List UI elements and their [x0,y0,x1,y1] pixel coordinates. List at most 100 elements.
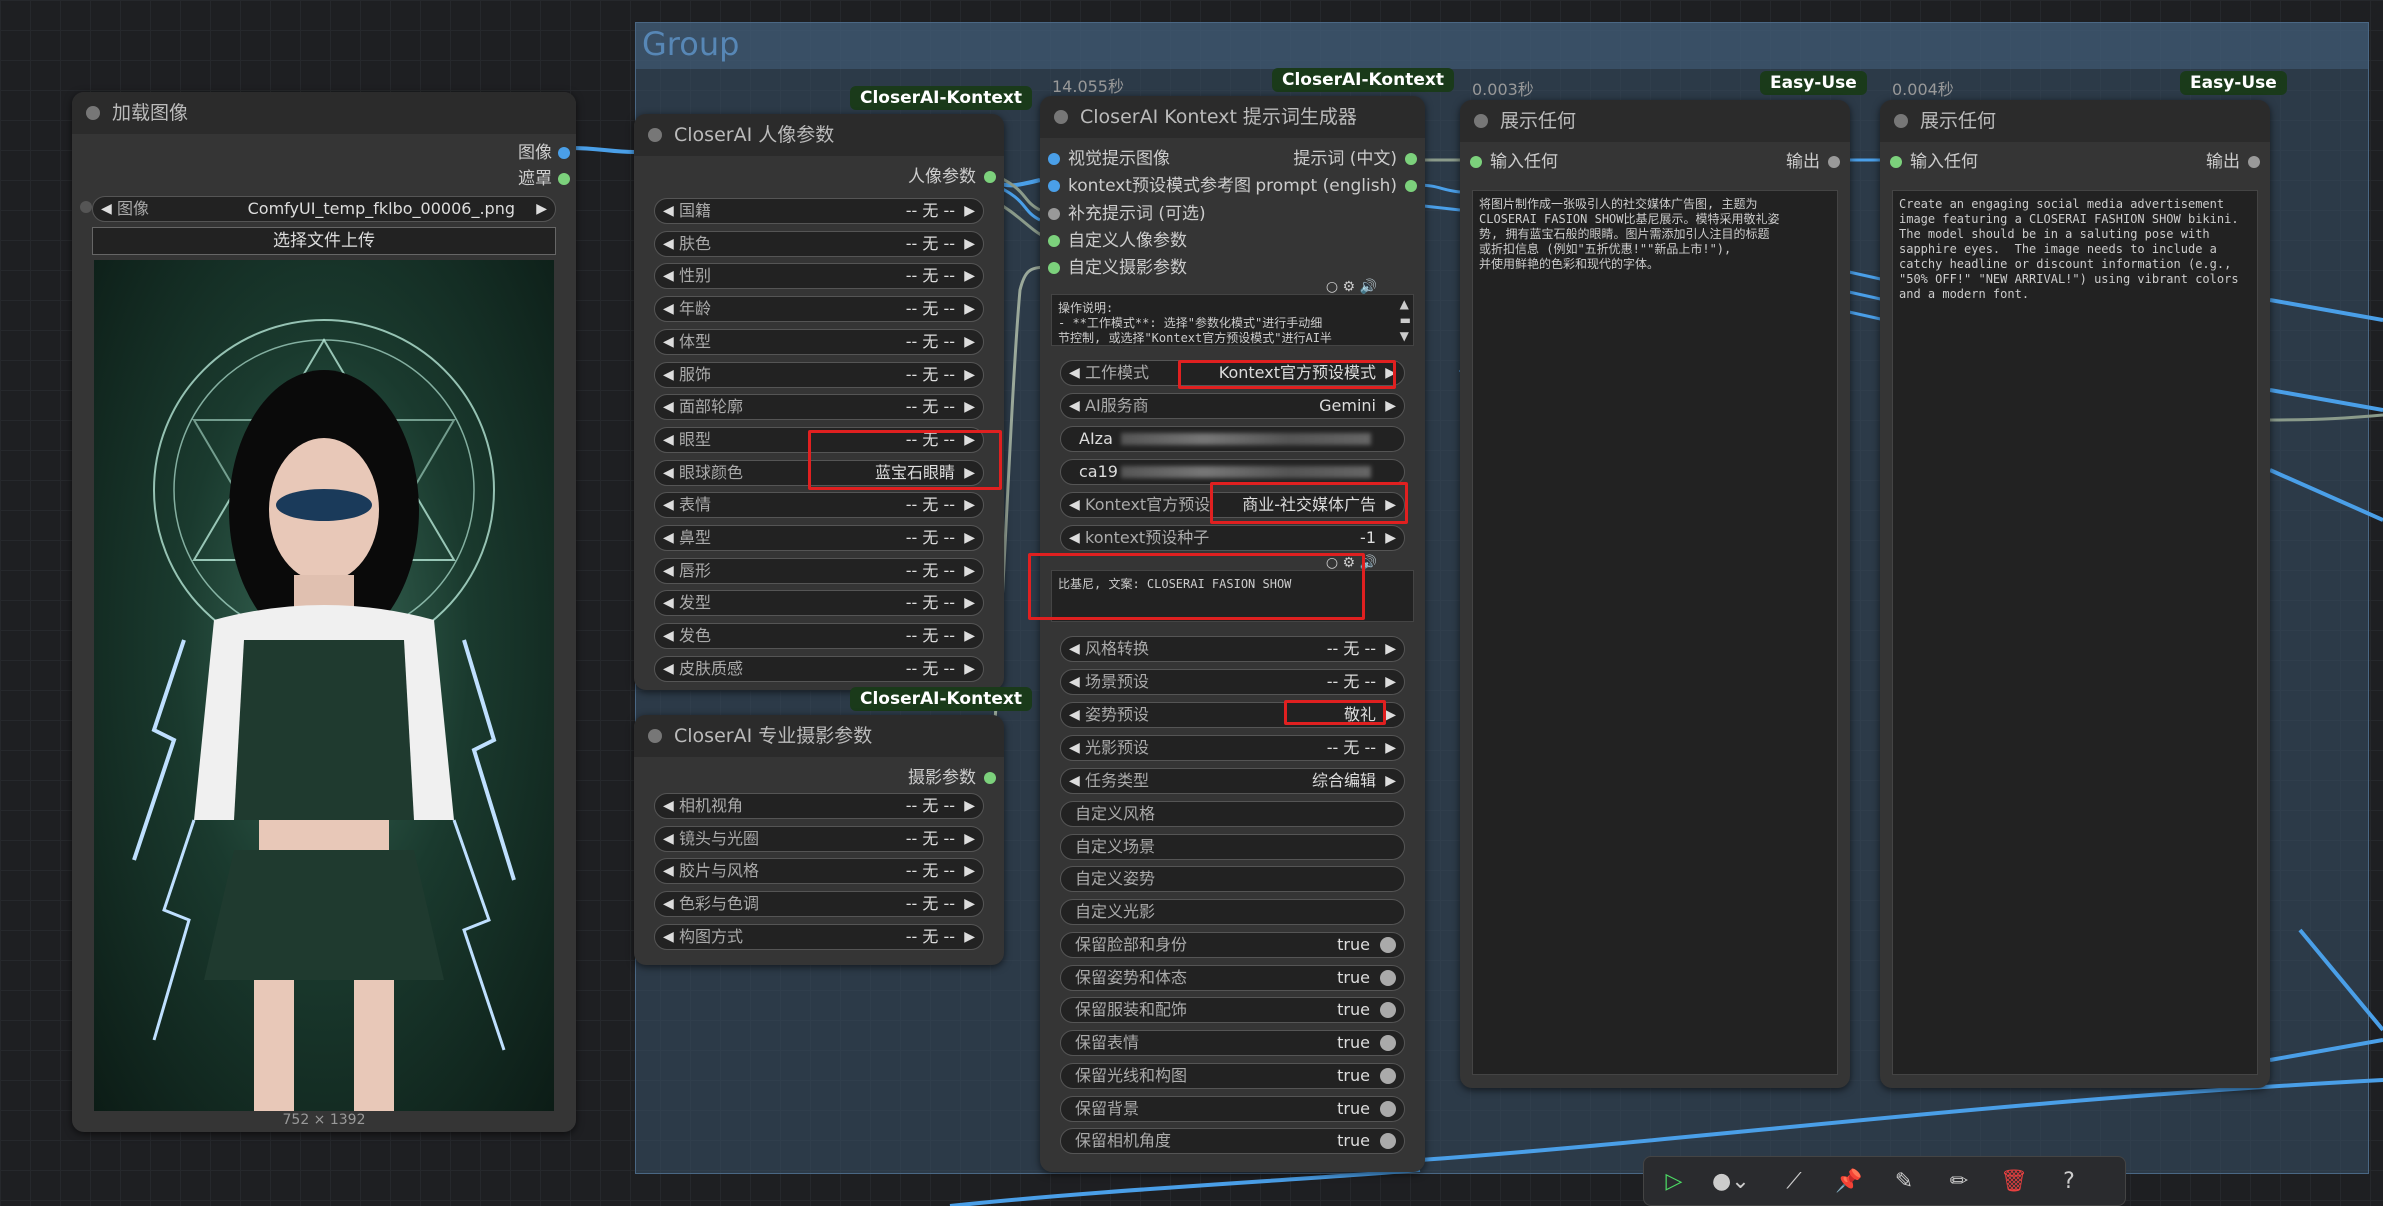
arrow-left-icon[interactable]: ◀ [663,827,674,851]
arrow-left-icon[interactable]: ◀ [663,232,674,256]
slot-dot[interactable] [1048,153,1060,165]
output-any[interactable]: 输出 [2206,151,2260,173]
pin-icon[interactable]: 📌 [1834,1167,1864,1197]
arrow-right-icon[interactable]: ▶ [964,827,975,851]
custom-field-0[interactable]: 自定义风格 [1060,801,1405,827]
arrow-left-icon[interactable]: ◀ [1069,670,1080,694]
collapse-dot[interactable] [1474,114,1488,128]
arrow-right-icon[interactable]: ▶ [964,363,975,387]
ai-provider-select[interactable]: ◀ AI服务商 Gemini ▶ [1060,393,1405,419]
arrow-right-icon[interactable]: ▶ [964,892,975,916]
arrow-left-icon[interactable]: ◀ [663,264,674,288]
style-select[interactable]: ◀ 风格转换 -- 无 -- ▶ [1060,636,1405,662]
toggle-knob[interactable] [1380,1100,1396,1117]
arrow-left-icon[interactable]: ◀ [1069,361,1080,385]
portrait-param-12[interactable]: ◀ 发型 -- 无 -- ▶ [654,590,984,617]
upload-button[interactable]: 选择文件上传 [92,227,556,255]
keep-toggle-2[interactable]: 保留服装和配饰 true [1060,997,1405,1024]
portrait-params-node[interactable]: CloserAI 人像参数 人像参数 ◀ 国籍 -- 无 -- ▶ ◀ 肤色 -- 无 --… [634,114,1004,690]
keep-toggle-4[interactable]: 保留光线和构图 true [1060,1062,1405,1089]
slot-dot[interactable] [1890,156,1902,168]
arrow-left-icon[interactable]: ◀ [663,892,674,916]
arrow-right-icon[interactable]: ▶ [964,493,975,517]
slot-dot[interactable] [1048,207,1060,220]
load-image-title-bar[interactable]: 加载图像 [72,92,576,134]
collapse-dot[interactable] [1054,110,1068,124]
input-slot-4[interactable]: 自定义摄影参数 [1048,257,1187,279]
arrow-left-icon[interactable]: ◀ [1069,394,1080,418]
arrow-right-icon[interactable]: ▶ [964,794,975,818]
bypass-icon[interactable]: ⟋ [1779,1167,1809,1197]
arrow-right-icon[interactable]: ▶ [1385,769,1396,793]
arrow-right-icon[interactable]: ▶ [964,199,975,223]
toggle-knob[interactable] [1380,937,1396,953]
arrow-right-icon[interactable]: ▶ [536,197,547,221]
portrait-param-10[interactable]: ◀ 鼻型 -- 无 -- ▶ [654,525,984,551]
delete-icon[interactable]: 🗑 [1999,1167,2029,1197]
input-slot-3[interactable]: 自定义人像参数 [1048,230,1187,252]
portrait-param-0[interactable]: ◀ 国籍 -- 无 -- ▶ [654,198,984,224]
slot-dot[interactable] [984,772,996,784]
input-any[interactable]: 输入任何 [1890,151,1978,173]
output-any[interactable]: 输出 [1786,151,1840,173]
arrow-right-icon[interactable]: ▶ [964,330,975,354]
portrait-param-14[interactable]: ◀ 皮肤质感 -- 无 -- ▶ [654,655,984,682]
slot-dot[interactable] [1048,180,1060,193]
output-prompt-cn[interactable]: 提示词 (中文) [1293,148,1417,170]
slot-dot[interactable] [1048,234,1060,247]
output-image[interactable]: 图像 [518,142,570,164]
keep-toggle-5[interactable]: 保留背景 true [1060,1095,1405,1122]
slot-dot[interactable] [1048,262,1060,275]
arrow-left-icon[interactable]: ◀ [663,526,674,550]
custom-field-3[interactable]: 自定义光影 [1060,899,1405,926]
kontext-node[interactable]: CloserAI Kontext 提示词生成器 视觉提示图像 kontext预设模… [1040,96,1425,1172]
photo-param-2[interactable]: ◀ 胶片与风格 -- 无 -- ▶ [654,858,984,885]
photo-param-1[interactable]: ◀ 镜头与光圈 -- 无 -- ▶ [654,825,984,852]
arrow-left-icon[interactable]: ◀ [663,624,674,648]
portrait-title-bar[interactable]: CloserAI 人像参数 [634,114,1004,156]
arrow-right-icon[interactable]: ▶ [1385,736,1396,760]
arrow-left-icon[interactable]: ◀ [663,363,674,387]
arrow-left-icon[interactable]: ◀ [101,197,112,221]
arrow-right-icon[interactable]: ▶ [1385,394,1396,418]
input-any[interactable]: 输入任何 [1470,151,1558,173]
arrow-left-icon[interactable]: ◀ [663,591,674,615]
input-slot-0[interactable]: 视觉提示图像 [1048,148,1170,170]
arrow-right-icon[interactable]: ▶ [1385,637,1396,661]
arrow-left-icon[interactable]: ◀ [663,297,674,321]
show2-text[interactable]: Create an engaging social media advertis… [1892,190,2258,1075]
toggle-knob[interactable] [1380,969,1396,986]
portrait-param-11[interactable]: ◀ 唇形 -- 无 -- ▶ [654,557,984,584]
textarea-controls[interactable]: ○ ⚙ 🔊 [1326,279,1377,295]
output-photo-params[interactable]: 摄影参数 [908,767,996,789]
seed-stepper[interactable]: ◀ kontext预设种子 -1 ▶ [1060,525,1405,551]
arrow-left-icon[interactable]: ◀ [1069,769,1080,793]
photo-param-4[interactable]: ◀ 构图方式 -- 无 -- ▶ [654,923,984,950]
custom-field-1[interactable]: 自定义场景 [1060,833,1405,860]
arrow-right-icon[interactable]: ▶ [1385,703,1396,727]
arrow-left-icon[interactable]: ◀ [1069,493,1080,517]
collapse-dot[interactable] [86,106,100,120]
keep-toggle-6[interactable]: 保留相机角度 true [1060,1128,1405,1155]
portrait-param-2[interactable]: ◀ 性别 -- 无 -- ▶ [654,263,984,290]
color-dropdown-icon[interactable]: ●⌄ [1712,1167,1750,1197]
arrow-left-icon[interactable]: ◀ [663,493,674,517]
toggle-knob[interactable] [1380,1002,1396,1019]
portrait-param-5[interactable]: ◀ 服饰 -- 无 -- ▶ [654,361,984,388]
keep-toggle-1[interactable]: 保留姿势和体态 true [1060,964,1405,991]
arrow-left-icon[interactable]: ◀ [663,461,674,485]
arrow-right-icon[interactable]: ▶ [1385,670,1396,694]
arrow-right-icon[interactable]: ▶ [1385,526,1396,550]
arrow-left-icon[interactable]: ◀ [663,428,674,452]
arrow-right-icon[interactable]: ▶ [964,297,975,321]
photo-param-0[interactable]: ◀ 相机视角 -- 无 -- ▶ [654,793,984,819]
arrow-left-icon[interactable]: ◀ [663,559,674,583]
photo-title-bar[interactable]: CloserAI 专业摄影参数 [634,715,1004,757]
collapse-dot[interactable] [1894,114,1908,128]
output-portrait-params[interactable]: 人像参数 [908,166,996,188]
arrow-left-icon[interactable]: ◀ [663,859,674,883]
arrow-right-icon[interactable]: ▶ [964,624,975,648]
arrow-right-icon[interactable]: ▶ [964,657,975,681]
show-any-node-1[interactable]: 展示任何 输入任何 输出 将图片制作成一张吸引人的社交媒体广告图, 主题为 CL… [1460,100,1850,1088]
edit-icon[interactable]: ✎ [1889,1167,1919,1197]
